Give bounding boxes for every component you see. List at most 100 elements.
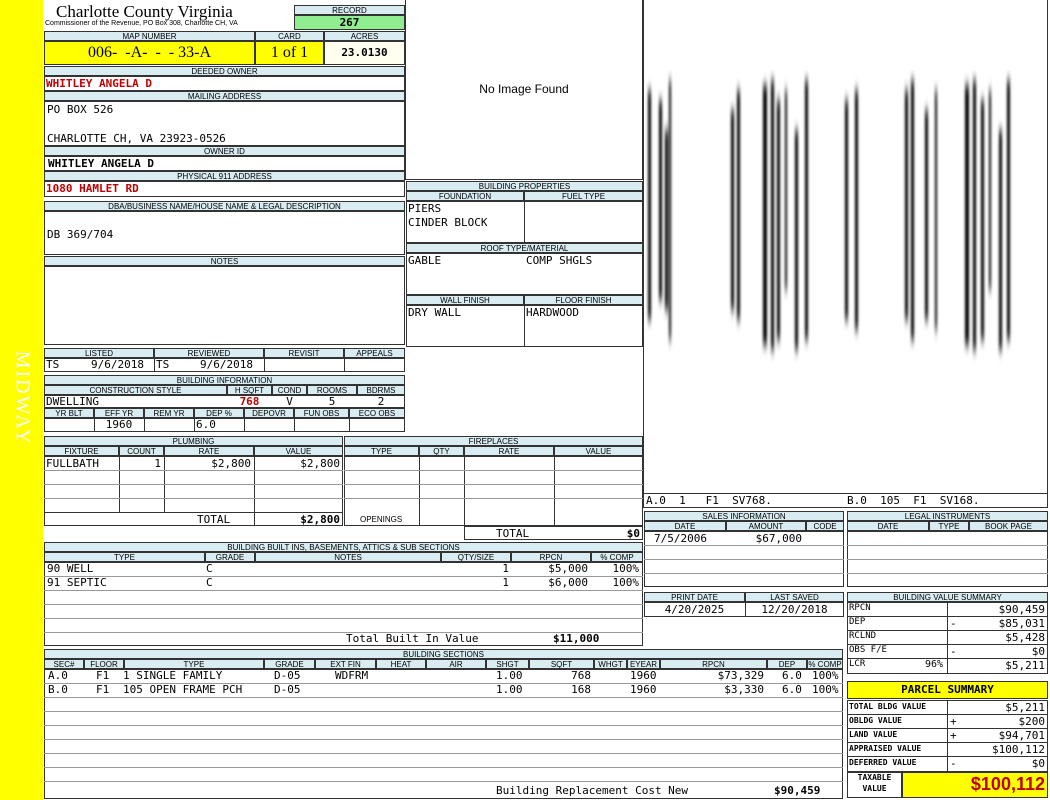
acres-value: 23.0130 (324, 41, 405, 65)
last-saved-date: 12/20/2018 (761, 603, 828, 616)
count-header: COUNT (119, 446, 164, 456)
vs-dep: $85,031 (998, 617, 1045, 630)
listed-date: 9/6/2018 (91, 358, 144, 371)
bdrms-header: BDRMS (357, 385, 405, 395)
roof-box (406, 253, 643, 295)
bi-row-2-rpcn: $6,000 (548, 576, 588, 589)
sec-row-2-sqft: 168 (571, 683, 591, 696)
bi-comp-header: % COMP (591, 552, 643, 562)
wall-finish-value: DRY WALL (408, 306, 461, 319)
bi-row-1-grade: C (206, 562, 213, 575)
bi-row-2-qty: 1 (502, 576, 509, 589)
record-value: 267 (294, 15, 405, 30)
taxable-value: $100,112 (970, 774, 1045, 794)
floor-finish-header: FLOOR FINISH (524, 295, 643, 305)
vs-rclnd-label: RCLND (849, 631, 877, 641)
ps-obldg-label: OBLDG VALUE (849, 716, 902, 725)
cond-value: V (286, 395, 293, 408)
floor-header: FLOOR (84, 659, 124, 669)
sales-header: SALES INFORMATION (644, 511, 844, 521)
ps-land-label: LAND VALUE (849, 730, 898, 739)
floor-finish-value: HARDWOOD (526, 306, 579, 319)
air-header: AIR (426, 659, 486, 669)
acres-header: ACRES (324, 31, 405, 41)
funobs-header: FUN OBS (294, 408, 349, 418)
ps-deferred: $0 (1031, 757, 1045, 770)
dep-value: 6.0 (196, 418, 216, 431)
ps-bldg-label: TOTAL BLDG VALUE (849, 702, 927, 711)
effyr-value: 1960 (105, 418, 133, 431)
sec-row-2-shgt: 1.00 (496, 683, 523, 696)
legal-instruments-header: LEGAL INSTRUMENTS (847, 511, 1048, 521)
bi-type-header: TYPE (44, 552, 205, 562)
owner-id-header: OWNER ID (44, 146, 405, 156)
bi-row-2-comp: 100% (612, 576, 640, 589)
fireplaces-header: FIREPLACES (344, 436, 643, 446)
fixture-header: FIXTURE (44, 446, 119, 456)
ps-bldg: $5,211 (1005, 701, 1045, 714)
sec-dep-header: DEP (767, 659, 807, 669)
builtins-header: BUILDING BUILT INS, BASEMENTS, ATTICS & … (44, 542, 643, 552)
sec-comp-header: % COMP (807, 659, 843, 669)
print-date-header: PRINT DATE (644, 592, 745, 602)
heat-header: HEAT (376, 659, 426, 669)
plumbing-header: PLUMBING (44, 436, 343, 446)
reviewed-by: TS (156, 358, 170, 371)
sec-row-1-type: 1 SINGLE FAMILY (123, 669, 223, 682)
shgt-header: SHGT (486, 659, 529, 669)
no-image-text: No Image Found (479, 82, 569, 96)
sketch-drawing (648, 80, 1010, 350)
bi-row-2-type: 91 SEPTIC (47, 576, 107, 589)
last-saved-header: LAST SAVED (745, 592, 844, 602)
extfin-header: EXT FIN (315, 659, 376, 669)
hsqft-header: H SQFT (227, 385, 272, 395)
plumbing-fixture: FULLBATH (46, 457, 99, 470)
rooms-value: 5 (328, 395, 336, 408)
sec-row-1-extfin: WDFRM (335, 669, 369, 682)
roof-type: GABLE (408, 254, 442, 267)
plumbing-total-label: TOTAL (197, 513, 231, 526)
map-number-value: 006- -A- - - 33-A (44, 41, 255, 65)
ecoobs-header: ECO OBS (349, 408, 405, 418)
fp-rate-header: RATE (464, 446, 554, 456)
sale-date: 7/5/2006 (654, 532, 707, 545)
bi-qty-header: QTY/SIZE (441, 552, 511, 562)
sec-row-1-eyear: 1960 (630, 669, 657, 682)
wall-finish-header: WALL FINISH (406, 295, 524, 305)
sec-row-2-sec: B.0 (48, 683, 68, 696)
owner-id-value: WHITLEY ANGELA D (48, 157, 154, 170)
sec-row-1-grade: D-05 (274, 669, 301, 682)
vs-lcr-pct: 96% (924, 659, 943, 670)
card-value: 1 of 1 (255, 41, 324, 65)
value-summary-header: BUILDING VALUE SUMMARY (847, 592, 1048, 602)
effyr-header: EFF YR (94, 408, 144, 418)
yrblt-header: YR BLT (44, 408, 94, 418)
sec-row-2-dep: 6.0 (782, 683, 802, 696)
mailing-address-header: MAILING ADDRESS (44, 91, 405, 101)
rooms-header: ROOMS (307, 385, 357, 395)
bi-row-1-qty: 1 (502, 562, 509, 575)
bi-notes-header: NOTES (255, 552, 441, 562)
record-header: RECORD (294, 5, 405, 15)
roof-header: ROOF TYPE/MATERIAL (406, 243, 643, 253)
listed-header: LISTED (44, 348, 154, 358)
county-subtitle: Commissioner of the Revenue, PO Box 308,… (45, 20, 238, 27)
sec-row-1-dep: 6.0 (782, 669, 802, 682)
roof-material: COMP SHGLS (526, 254, 593, 267)
taxable-label-1: TAXABLE (857, 773, 892, 782)
ps-obldg: $200 (1018, 715, 1046, 728)
reviewed-date: 9/6/2018 (200, 358, 253, 371)
fp-total-label: TOTAL (496, 527, 530, 540)
sec-row-1-floor: F1 (96, 669, 110, 682)
sec-row-1-rpcn: $73,329 (717, 669, 764, 682)
sketch-label-left: A.0 1 F1 SV768. (646, 494, 772, 507)
sales-amount-header: AMOUNT (726, 521, 806, 531)
plumbing-value: $2,800 (300, 457, 340, 470)
ps-deferred-label: DEFERRED VALUE (849, 758, 917, 767)
replacement-cost-label: Building Replacement Cost New (496, 784, 689, 797)
li-book-header: BOOK PAGE (969, 521, 1048, 531)
bi-row-1-rpcn: $5,000 (548, 562, 588, 575)
construction-style-value: DWELLING (46, 395, 99, 408)
plumbing-total: $2,800 (300, 513, 340, 526)
sqft-header: SQFT (529, 659, 594, 669)
